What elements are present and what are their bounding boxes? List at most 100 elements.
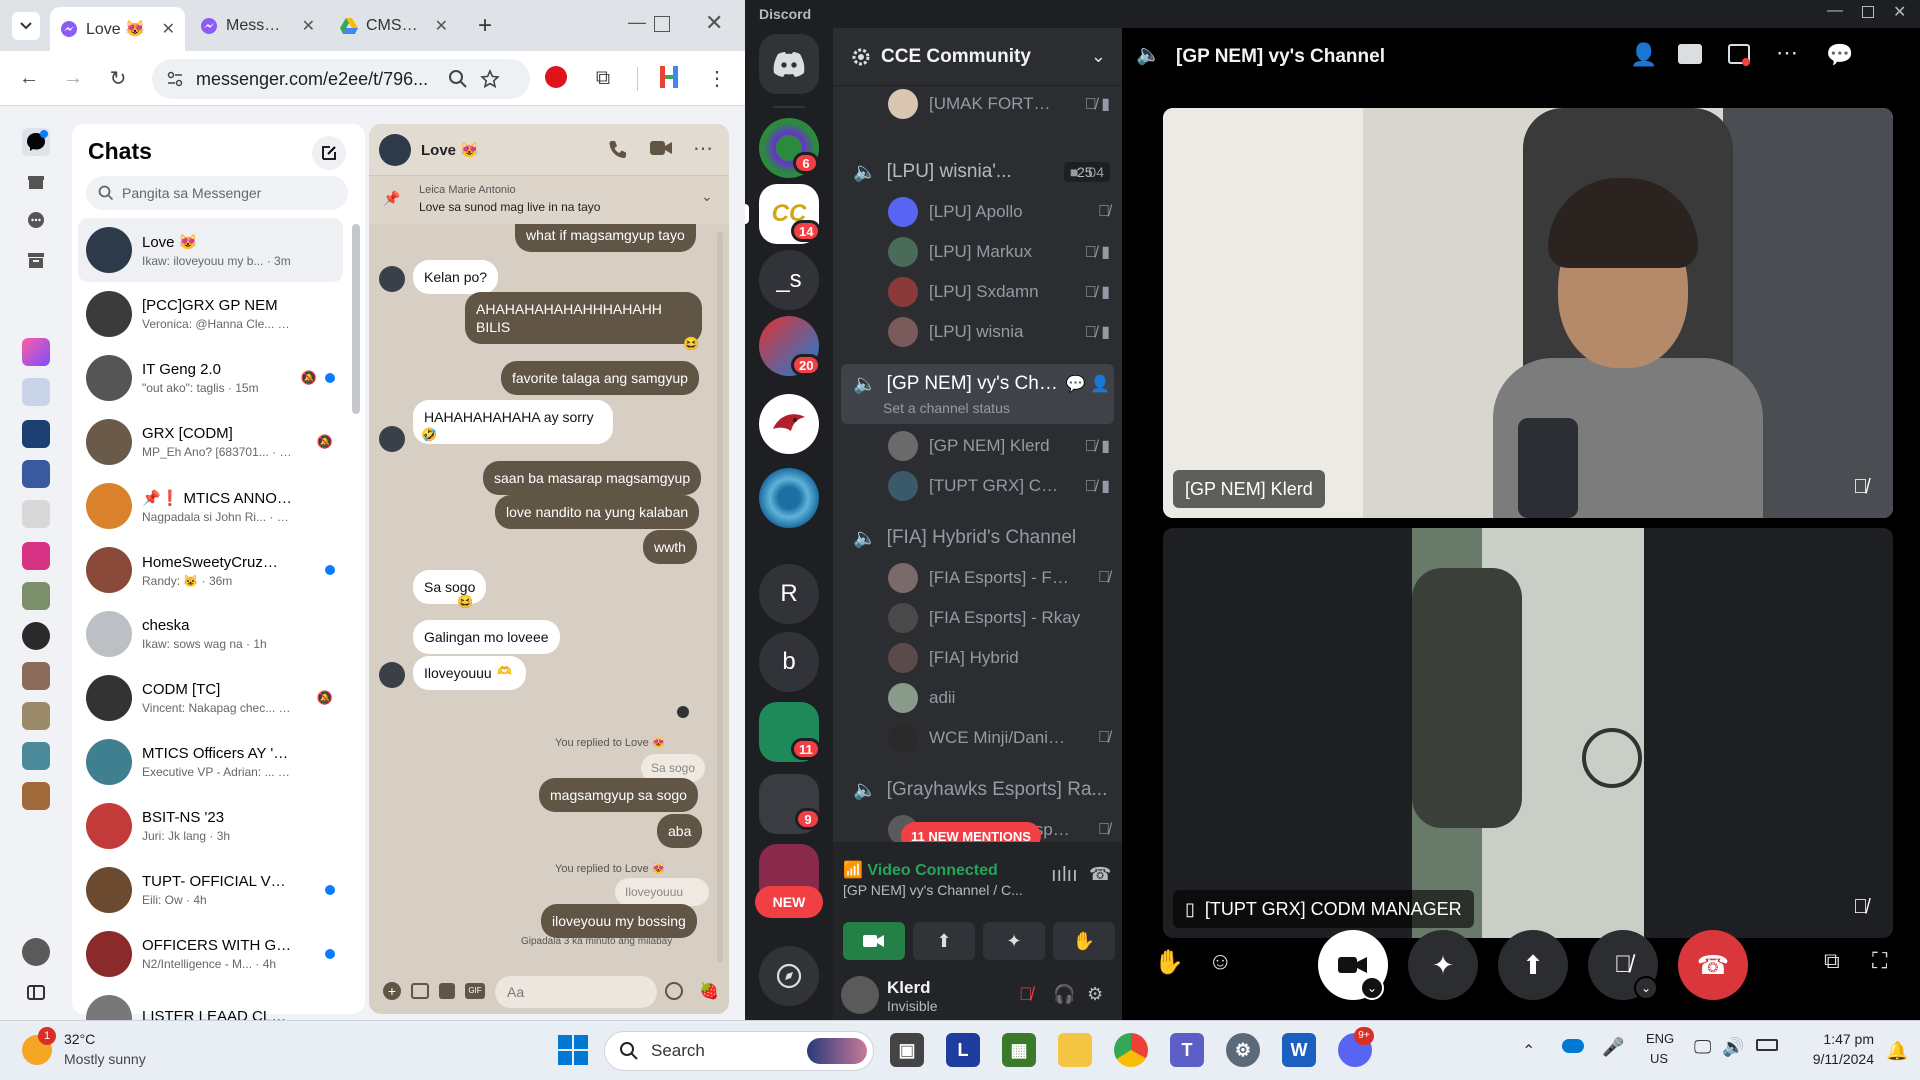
voice-member[interactable]: WCE Minji/Dani - ... 🎙̸ (833, 720, 1122, 756)
fullscreen-icon[interactable]: ⛶ (1872, 948, 1887, 974)
settings-gear-icon[interactable]: ⚙ (1087, 984, 1103, 1005)
minimize-button[interactable]: — (1827, 2, 1843, 20)
voice-member[interactable]: [FIA Esports] - FIA ...🎙̸ (833, 560, 1122, 596)
video-call-icon[interactable] (649, 139, 673, 157)
message-outgoing[interactable]: AHAHAHAHAHAHHHAHAHH BILIS (465, 292, 702, 344)
screen-share-button[interactable]: ⬆ (1498, 930, 1568, 1000)
weather-desc[interactable]: Mostly sunny (64, 1051, 146, 1067)
message-outgoing[interactable]: what if magsamgyup tayo (515, 224, 696, 252)
conversation-title[interactable]: Love 😻 (421, 141, 479, 159)
chat-bubble-icon[interactable]: 💬 (1826, 42, 1853, 68)
invite-icon[interactable]: 👤 (1630, 42, 1657, 68)
back-icon[interactable]: ← (16, 65, 42, 91)
chevron-down-icon[interactable]: ⌄ (1360, 976, 1384, 1000)
extensions-icon[interactable]: ⧉ (590, 65, 616, 91)
app-l-icon[interactable]: L (946, 1033, 980, 1067)
zoom-icon[interactable] (448, 69, 468, 89)
pinned-message-banner[interactable]: 📌 Leica Marie Antonio Love sa sunod mag … (369, 176, 729, 224)
message-incoming[interactable]: Galingan mo loveee (413, 620, 560, 654)
message-incoming[interactable]: HAHAHAHAHAHA ay sorry (413, 400, 613, 444)
minecraft-icon[interactable]: ▦ (1002, 1033, 1036, 1067)
weather-temp[interactable]: 32°C (64, 1031, 95, 1047)
new-unreads-pill[interactable]: NEW (755, 886, 823, 918)
channel-actions[interactable]: 💬 👤 (1066, 374, 1110, 394)
maximize-button[interactable] (654, 16, 670, 32)
chat-list-item[interactable]: CODM [TC] Vincent: Nakapag chec... · 2h 🔕 (78, 666, 343, 730)
discover-icon[interactable] (759, 946, 819, 1006)
direct-messages-button[interactable] (759, 34, 819, 94)
pop-out-icon[interactable]: ⧉ (1824, 948, 1840, 974)
mute-mic-icon[interactable]: 🎙̸ (1019, 984, 1033, 1005)
community-icon[interactable] (22, 378, 50, 406)
chat-list-item[interactable]: 📌❗ MTICS ANNOU... Nagpadala si John Ri...… (78, 474, 343, 538)
quoted-message[interactable]: Iloveyouuu (615, 878, 710, 906)
close-icon[interactable]: ✕ (435, 16, 448, 36)
voice-member[interactable]: [FIA] Hybrid (833, 640, 1122, 676)
community-icon[interactable] (22, 702, 50, 730)
profile-avatar[interactable] (22, 938, 50, 966)
chats-rail-icon[interactable] (22, 128, 50, 156)
chat-list-item[interactable]: BSIT-NS '23 Juri: Jk lang · 3h (78, 794, 343, 858)
chrome-icon[interactable] (1114, 1033, 1148, 1067)
close-icon[interactable]: ✕ (162, 19, 175, 39)
microphone-icon[interactable]: 🎤 (1602, 1037, 1624, 1058)
voice-member[interactable]: [UMAK FORTE... 🎙̸ ▮ (833, 86, 1122, 122)
message-input[interactable]: Aa (495, 976, 657, 1008)
message-outgoing[interactable]: iloveyouu my bossing (541, 904, 697, 938)
leave-call-button[interactable]: ☎ (1678, 930, 1748, 1000)
screen-share-button[interactable]: ⬆ (913, 922, 975, 960)
connected-channel[interactable]: [GP NEM] vy's Channel / C... (843, 882, 1023, 898)
channel-status[interactable]: Set a channel status (883, 400, 1010, 416)
message-outgoing[interactable]: aba (657, 814, 703, 848)
chat-list-item[interactable]: Love 😻 Ikaw: iloveyouu my b... · 3m (78, 218, 343, 282)
settings-icon[interactable]: ⚙ (1226, 1033, 1260, 1067)
server-icon[interactable] (759, 394, 819, 454)
chat-list-item[interactable]: MTICS Officers AY '24... Executive VP - A… (78, 730, 343, 794)
address-bar[interactable]: messenger.com/e2ee/t/796... (152, 59, 530, 99)
community-icon[interactable] (22, 500, 50, 528)
sticker-icon[interactable] (439, 983, 455, 999)
minimize-button[interactable]: — (628, 12, 646, 33)
tab-love[interactable]: Love 😻 ✕ (50, 7, 185, 51)
tab-messenger[interactable]: Messenger ✕ (190, 7, 325, 44)
more-options-icon[interactable]: ⋯ (1776, 40, 1798, 66)
contact-avatar[interactable] (379, 134, 411, 166)
conversation-scrollbar[interactable] (717, 232, 723, 962)
close-window-button[interactable]: ✕ (705, 10, 723, 36)
emoji-icon[interactable]: ☺ (1208, 948, 1233, 976)
community-icon[interactable] (22, 420, 50, 448)
archive-icon[interactable] (22, 246, 50, 274)
message-outgoing[interactable]: magsamgyup sa sogo (539, 778, 698, 812)
message-incoming[interactable]: Kelan po? (413, 260, 499, 294)
chevron-up-icon[interactable]: ⌃ (1522, 1041, 1535, 1061)
teams-icon[interactable]: T (1170, 1033, 1204, 1067)
voice-member[interactable]: [LPU] wisnia 🎙̸ ▮ (833, 314, 1122, 350)
chevron-down-icon[interactable]: ⌄ (1634, 976, 1658, 1000)
message-outgoing[interactable]: favorite talaga ang samgyup (501, 361, 699, 395)
more-menu-icon[interactable]: ⋮ (704, 65, 730, 91)
emoji-icon[interactable] (665, 982, 683, 1000)
server-icon[interactable] (759, 468, 819, 528)
network-icon[interactable]: 🖵 (1694, 1037, 1711, 1058)
voice-member[interactable]: adii (833, 680, 1122, 716)
server-icon[interactable]: _s (759, 250, 819, 310)
tab-cms[interactable]: CMS Ac ✕ (330, 7, 458, 44)
word-icon[interactable]: W (1282, 1033, 1316, 1067)
community-icon[interactable] (22, 662, 50, 690)
reload-icon[interactable]: ↻ (105, 65, 131, 91)
battery-icon[interactable] (1756, 1039, 1778, 1051)
chevron-down-icon[interactable]: ⌄ (701, 188, 713, 205)
chat-list-item[interactable]: TUPT- OFFICIAL VB P... Eili: Ow · 4h (78, 858, 343, 922)
voice-member[interactable]: [LPU] Apollo 🎙̸ (833, 194, 1122, 230)
voice-channel-active[interactable]: 🔈 [GP NEM] vy's Cha... 💬 👤 (833, 366, 1122, 402)
chat-list-item[interactable]: IT Geng 2.0 "out ako": taglis · 15m 🔕 (78, 346, 343, 410)
plus-icon[interactable]: + (383, 982, 401, 1000)
new-message-button[interactable] (312, 136, 346, 170)
taskbar-search[interactable]: Search (604, 1031, 874, 1071)
clock-time[interactable]: 1:47 pm (1800, 1031, 1874, 1047)
layout-grid-icon[interactable] (1678, 44, 1702, 64)
voice-member[interactable]: [LPU] Sxdamn 🎙̸ ▮ (833, 274, 1122, 310)
chat-list-item[interactable]: GRX [CODM] MP_Eh Ano? [683701... · 17m 🔕 (78, 410, 343, 474)
more-options-icon[interactable]: ⋯ (693, 136, 713, 161)
voice-member[interactable]: [GP NEM] Klerd 🎙̸ ▮ (833, 428, 1122, 464)
